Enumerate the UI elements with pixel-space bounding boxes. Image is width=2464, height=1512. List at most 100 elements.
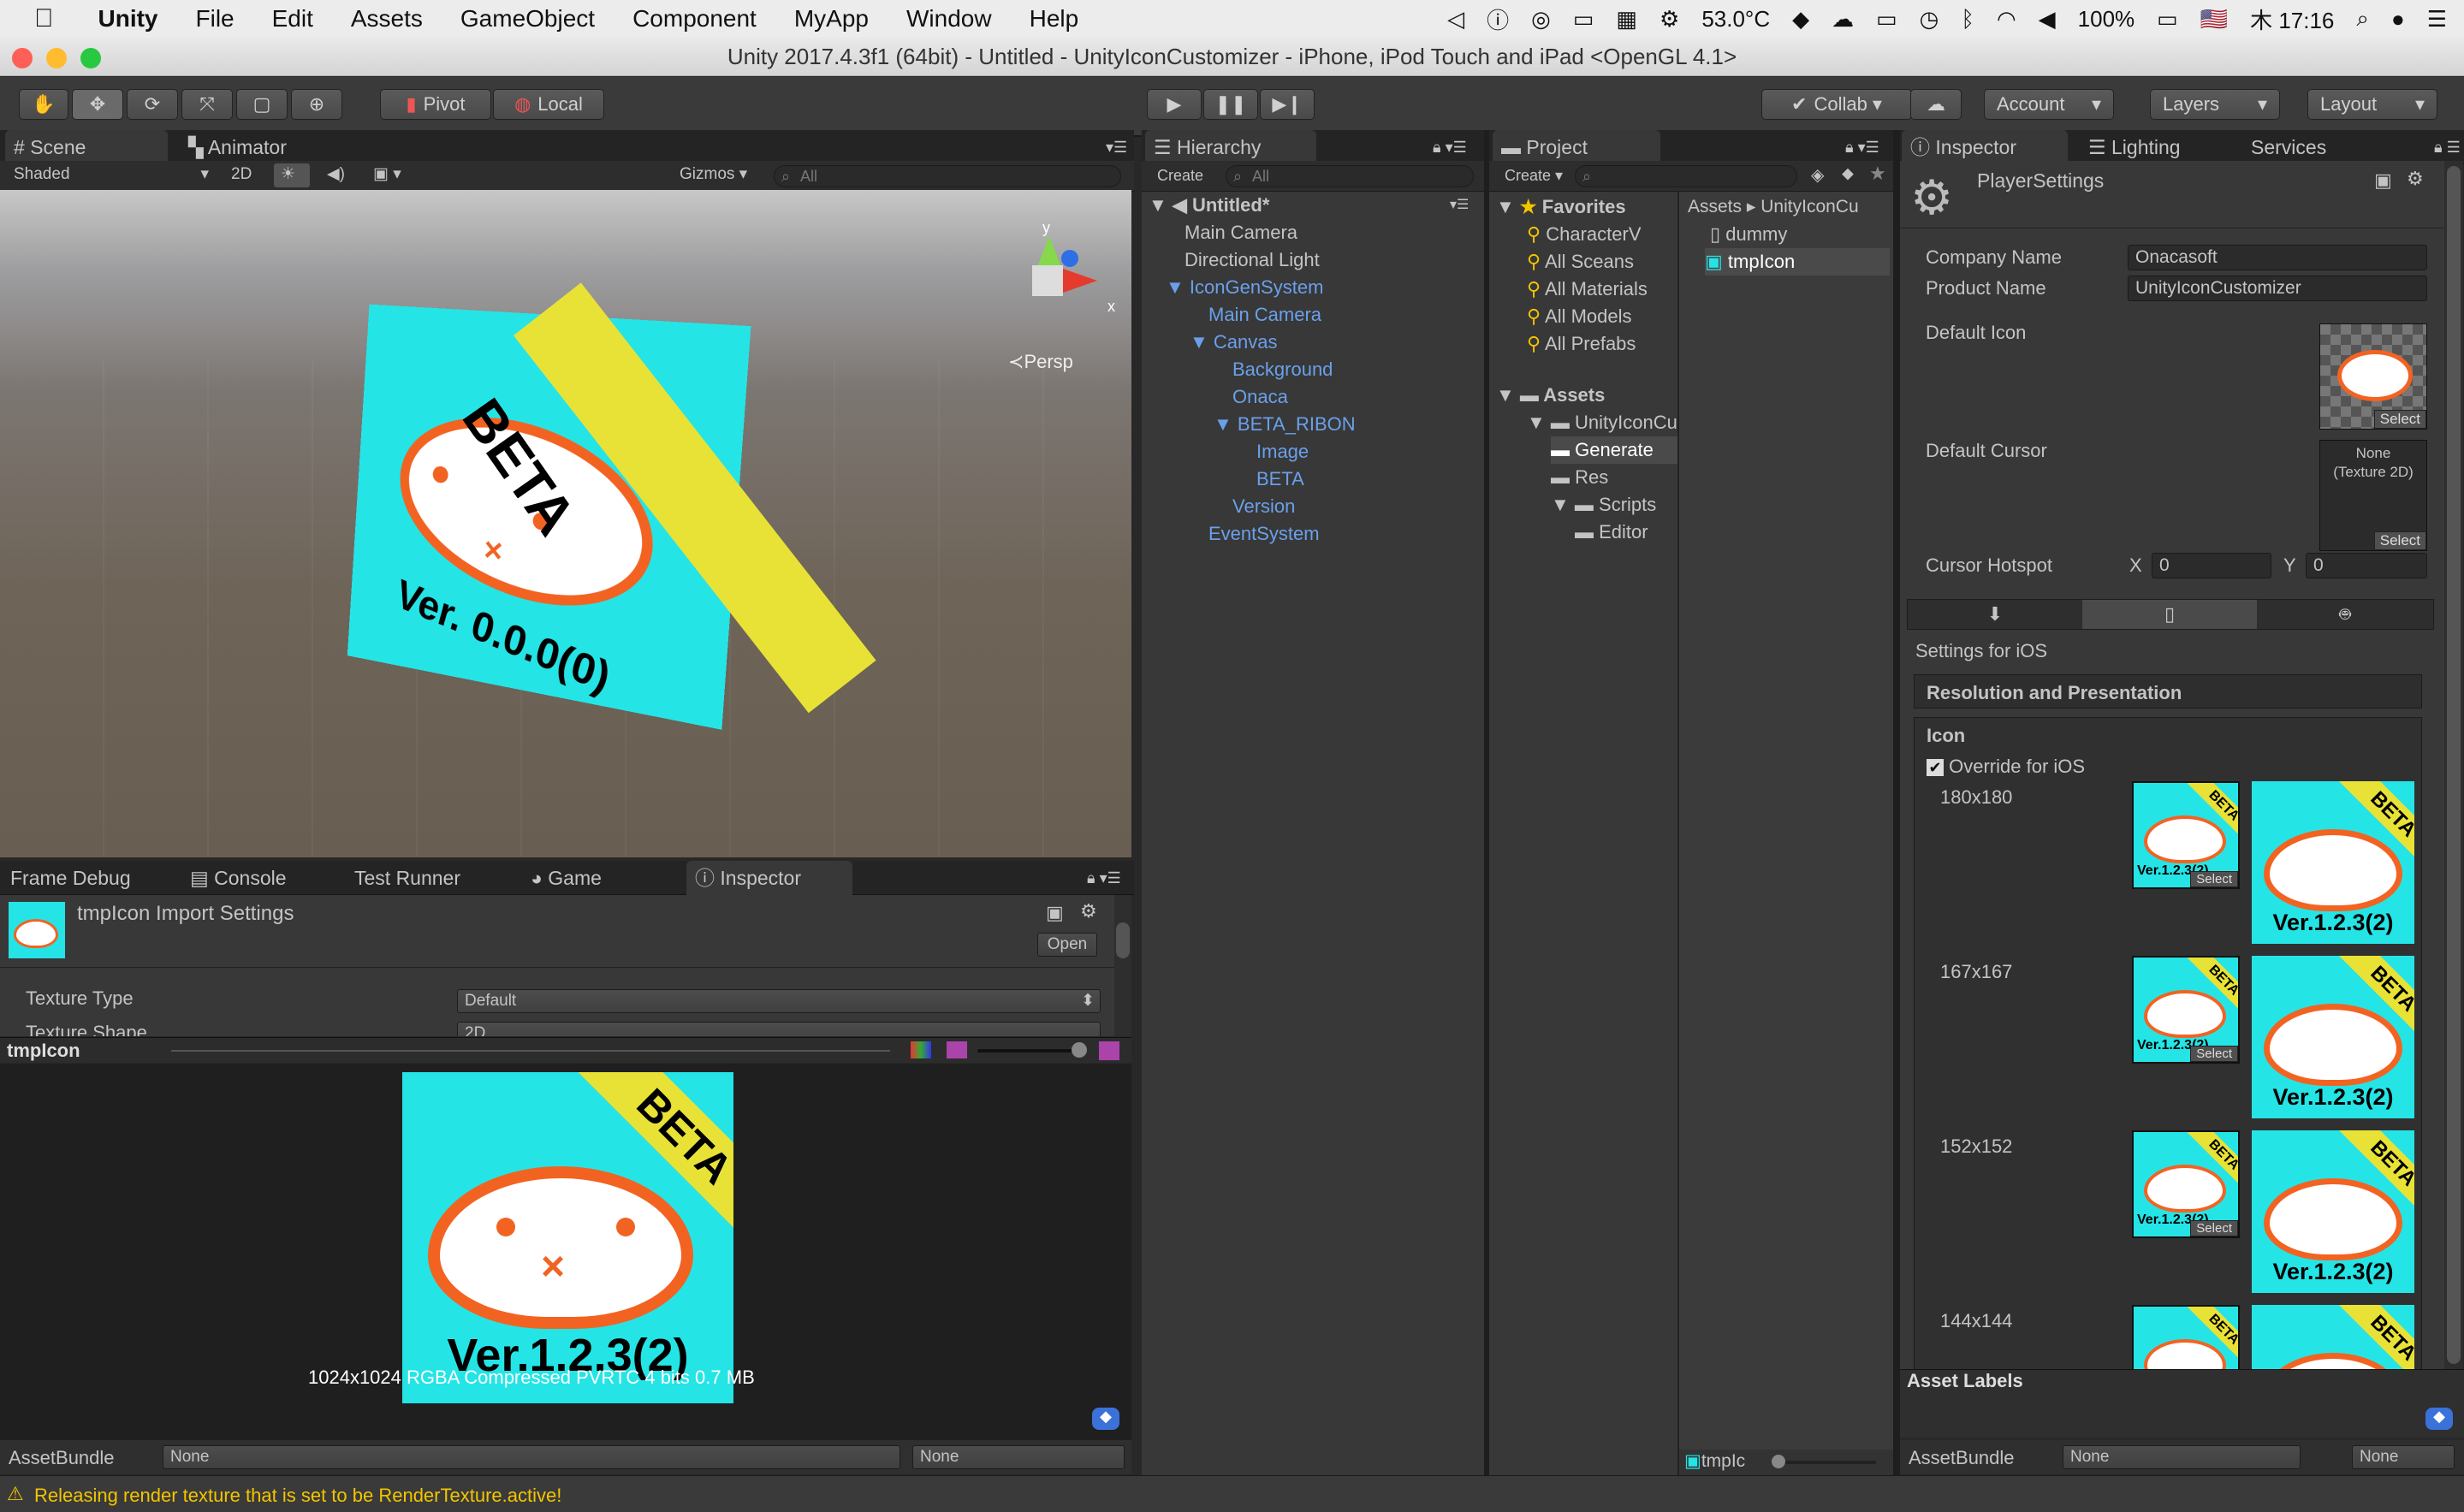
mip-slider-thumb[interactable] (1072, 1042, 1087, 1058)
resolution-presentation-section[interactable]: Resolution and Presentation (1914, 674, 2422, 709)
override-ios-checkbox[interactable]: ✔ Override for iOS (1927, 756, 2085, 778)
cloud-upload-icon[interactable]: ☁ (1832, 6, 1854, 33)
breadcrumb-folder[interactable]: UnityIconCu (1760, 197, 1858, 216)
hierarchy-item[interactable]: ▼ Canvas (1190, 329, 1277, 356)
collab-button[interactable]: ✔ Collab ▾ (1761, 89, 1912, 120)
hierarchy-menu-icon[interactable]: 🔒︎ ▾☰ (1424, 130, 1475, 164)
assetbundle-dropdown[interactable]: None (2063, 1445, 2301, 1469)
wifi-icon[interactable]: ◠ (1997, 6, 2016, 33)
gizmos-dropdown[interactable]: Gizmos ▾ (673, 163, 767, 187)
hierarchy-item[interactable]: Background (1232, 356, 1333, 383)
mip-icon[interactable] (1099, 1041, 1119, 1060)
company-name-field[interactable]: Onacasoft (2128, 245, 2427, 270)
help-icon[interactable]: ▣ (1046, 902, 1064, 924)
icon-slot-small[interactable]: BETAVer.1.2.3(2)Select (2132, 1130, 2240, 1238)
icon-size-slider[interactable] (1773, 1461, 1876, 1464)
temperature-gear-icon[interactable]: ⚙ (1659, 6, 1679, 33)
temperature-text[interactable]: 53.0°C (1701, 6, 1770, 33)
scale-tool-icon[interactable]: ⤧ (181, 89, 233, 120)
rotate-tool-icon[interactable]: ⟳ (127, 89, 178, 120)
play-button[interactable]: ▶ (1147, 89, 1202, 120)
hierarchy-item[interactable]: Directional Light (1185, 246, 1320, 274)
scroll-thumb[interactable] (2447, 166, 2461, 1364)
tab-hierarchy[interactable]: ☰ Hierarchy (1145, 130, 1316, 164)
file-dummy[interactable]: ▯ dummy (1710, 221, 1787, 248)
default-cursor-slot[interactable]: None (Texture 2D) Select (2319, 440, 2427, 551)
open-button[interactable]: Open (1037, 933, 1097, 957)
lighting-toggle-icon[interactable]: ☀ (274, 163, 310, 187)
gear-settings-icon[interactable]: ⚙ (2407, 168, 2424, 190)
hotspot-y-field[interactable]: 0 (2306, 553, 2427, 578)
hierarchy-item[interactable]: EventSystem (1208, 520, 1320, 548)
scene-menu-icon[interactable]: ▾☰ (1450, 192, 1469, 219)
tab-console[interactable]: ▤ Console (181, 861, 295, 895)
splitter[interactable] (1893, 130, 1900, 1475)
hierarchy-item[interactable]: ▼ IconGenSystem (1166, 274, 1323, 301)
tab-inspector-bottom[interactable]: ⓘ Inspector (686, 861, 852, 895)
dropbox-icon[interactable]: ◆ (1792, 6, 1809, 33)
flag-icon[interactable]: 🇺🇸 (2200, 6, 2228, 33)
lock-icon[interactable]: 🔒︎ ▾☰ (1078, 861, 1130, 895)
project-menu-icon[interactable]: 🔒︎ ▾☰ (1837, 130, 1888, 164)
favorite-item[interactable]: ⚲ All Models (1527, 303, 1632, 330)
info-icon[interactable]: ⓘ (1487, 3, 1509, 35)
layers-dropdown[interactable]: Layers ▾ (2150, 89, 2280, 120)
default-icon-slot[interactable]: Select (2319, 323, 2427, 430)
favorite-item[interactable]: ⚲ All Sceans (1527, 248, 1634, 276)
spotlight-search-icon[interactable]: ⌕ (2356, 5, 2369, 33)
hierarchy-item[interactable]: Main Camera (1185, 219, 1297, 246)
layout-dropdown[interactable]: Layout ▾ (2307, 89, 2437, 120)
tab-frame-debug[interactable]: Frame Debug (2, 861, 140, 895)
assetbundle-variant-dropdown[interactable]: None (912, 1445, 1125, 1469)
transform-tool-icon[interactable]: ⊕ (291, 89, 342, 120)
tag-icon[interactable]: ◆ (2425, 1408, 2453, 1430)
menu-myapp[interactable]: MyApp (775, 0, 888, 38)
hierarchy-item[interactable]: Version (1232, 493, 1295, 520)
cloud-sync-icon[interactable]: ◎ (1531, 6, 1551, 33)
icon-select-button[interactable]: Select (2190, 1046, 2238, 1062)
favorite-item[interactable]: ⚲ All Prefabs (1527, 330, 1636, 358)
menu-gameobject[interactable]: GameObject (442, 0, 614, 38)
tab-test-runner[interactable]: Test Runner (346, 861, 469, 895)
keyboard-icon[interactable]: ▦ (1616, 6, 1637, 33)
asset-folder-item[interactable]: ▬ Res (1551, 464, 1608, 491)
battery-icon[interactable]: ▭ (2157, 6, 2178, 33)
time-machine-icon[interactable]: ◷ (1920, 6, 1939, 33)
product-name-field[interactable]: UnityIconCustomizer (2128, 276, 2427, 301)
breadcrumb-assets[interactable]: Assets (1688, 197, 1742, 216)
menu-window[interactable]: Window (888, 0, 1011, 38)
import-scrollbar[interactable] (1114, 895, 1131, 1036)
texture-shape-dropdown[interactable]: 2D (457, 1022, 1101, 1036)
icon-size-slider-thumb[interactable] (1772, 1455, 1785, 1468)
favorite-item[interactable]: ⚲ All Materials (1527, 276, 1648, 303)
tab-lighting[interactable]: ☰ Lighting (2080, 130, 2189, 164)
perspective-toggle[interactable]: ≺Persp (1008, 351, 1073, 373)
rgb-channel-icon[interactable] (911, 1041, 931, 1058)
hierarchy-item[interactable]: BETA (1256, 465, 1304, 493)
scene-viewport[interactable]: × Ver. 0.0.0(0) BETA y x ≺Persp (0, 190, 1131, 857)
icon-select-button[interactable]: Select (2190, 871, 2238, 887)
asset-folder-item[interactable]: ▼ ▬ UnityIconCu (1527, 409, 1677, 436)
shading-dropdown[interactable]: Shaded ▾ (7, 163, 212, 187)
default-icon-select-button[interactable]: Select (2373, 410, 2426, 429)
hotspot-x-field[interactable]: 0 (2152, 553, 2271, 578)
platform-android-icon[interactable]: 🤖︎ (2257, 600, 2433, 629)
gear-icon[interactable]: ⚙ (1080, 900, 1097, 922)
status-bar[interactable]: ⚠ Releasing render texture that is set t… (0, 1475, 2464, 1512)
apple-icon[interactable]:  (0, 0, 80, 38)
cloud-button[interactable]: ☁ (1910, 89, 1962, 120)
menu-assets[interactable]: Assets (332, 0, 442, 38)
hierarchy-search-input[interactable]: ⌕ All (1226, 165, 1474, 187)
hand-tool-icon[interactable]: ✋ (19, 89, 68, 120)
favorite-star-icon[interactable]: ★ (1869, 163, 1886, 185)
inspector-menu-icon[interactable]: 🔒︎ ☰ (2425, 130, 2464, 164)
texture-type-dropdown[interactable]: Default ⬍ (457, 989, 1101, 1013)
icon-slot-small[interactable]: BETAVer.1.2.3(2)Select (2132, 781, 2240, 889)
asset-folder-item[interactable]: ▼ ▬ Scripts (1551, 491, 1656, 519)
bluetooth-icon[interactable]: ᛒ (1961, 6, 1974, 33)
local-toggle[interactable]: ◍ Local (493, 89, 604, 120)
mip-slider[interactable] (977, 1049, 1082, 1052)
platform-standalone-icon[interactable]: ⬇ (1908, 600, 2082, 629)
hierarchy-item[interactable]: Image (1256, 438, 1309, 465)
filter-label-icon[interactable]: ⬥ (1842, 164, 1854, 184)
